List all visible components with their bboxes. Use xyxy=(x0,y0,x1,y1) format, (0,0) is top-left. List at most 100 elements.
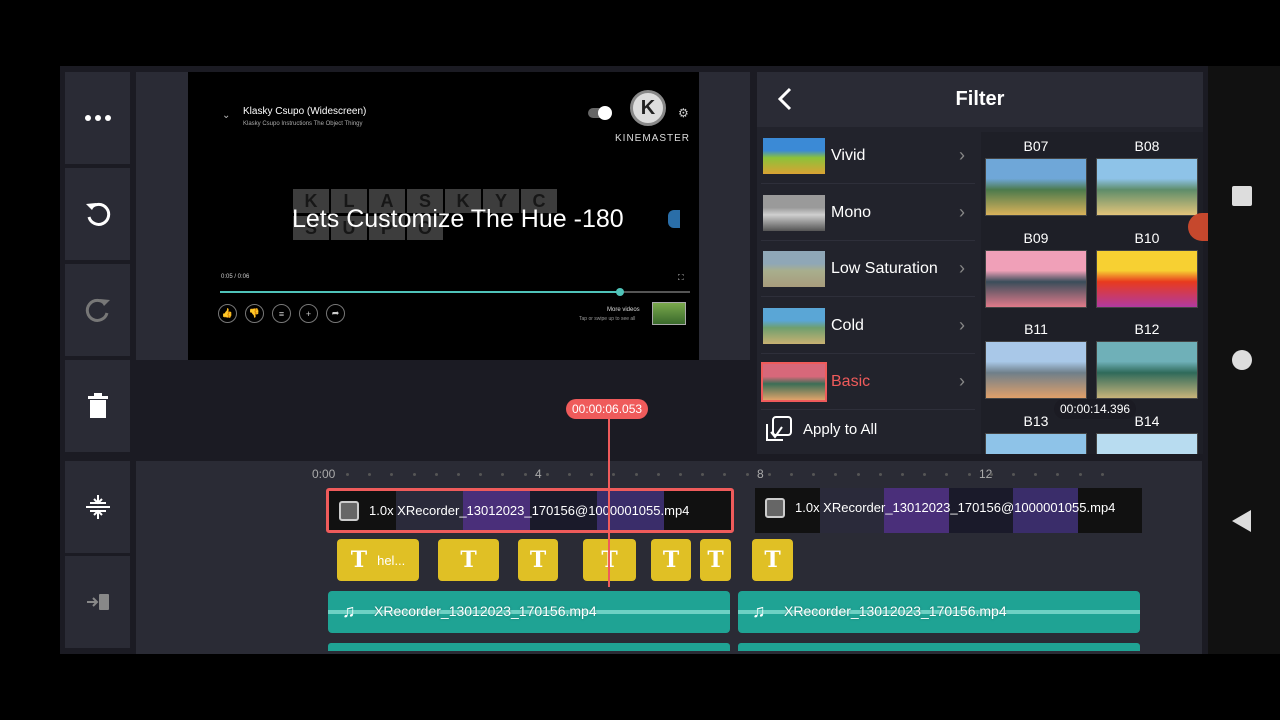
trash-icon xyxy=(87,393,108,418)
redo-button[interactable] xyxy=(65,264,130,356)
filter-category-label: Low Saturation xyxy=(831,260,938,277)
video-clip[interactable]: 1.0x XRecorder_13012023_170156@100000105… xyxy=(755,488,1142,533)
progress-knob xyxy=(615,288,624,296)
audio-clip[interactable]: ♫ XRecorder_13012023_170156.mp4 xyxy=(328,591,730,633)
filter-preset-b10[interactable]: B10 xyxy=(1096,230,1198,308)
filter-preset-thumbnail xyxy=(985,249,1087,308)
playhead[interactable] xyxy=(608,419,610,587)
chevron-right-icon: › xyxy=(959,258,965,278)
ruler-tick xyxy=(1100,473,1104,476)
filter-preset-thumbnail xyxy=(985,341,1087,399)
text-clip[interactable]: T xyxy=(752,539,793,581)
text-layer-icon: T xyxy=(707,547,724,573)
track-jump-button[interactable] xyxy=(65,556,130,648)
text-layer-icon: T xyxy=(460,547,477,573)
chevron-right-icon: › xyxy=(959,314,965,335)
ruler-tick xyxy=(1012,473,1015,476)
video-clip[interactable]: 1.0x XRecorder_13012023_170156@100000105… xyxy=(326,488,734,533)
audio-clip-secondary xyxy=(328,643,730,651)
filter-preset-thumbnail xyxy=(1096,158,1198,216)
ruler-tick xyxy=(1078,473,1082,476)
audio-clip-label: XRecorder_13012023_170156.mp4 xyxy=(374,603,597,619)
filter-preset-label: B07 xyxy=(1023,138,1049,154)
progress-fill xyxy=(220,291,620,293)
filter-category-mono[interactable]: Mono › xyxy=(761,189,975,241)
filter-header: Filter xyxy=(757,72,1203,127)
ruler-tick xyxy=(634,473,638,476)
text-clip[interactable]: T xyxy=(518,539,558,581)
chevron-right-icon: › xyxy=(959,201,965,222)
filter-category-label: Mono xyxy=(831,203,872,221)
filter-preset-thumbnail xyxy=(1096,432,1198,454)
ruler-tick xyxy=(457,473,460,476)
filter-preset-thumbnail xyxy=(1096,341,1198,399)
video-title: Klasky Csupo (Widescreen) xyxy=(243,106,367,117)
filter-category-vivid[interactable]: Vivid › xyxy=(761,132,975,184)
ruler-label: 8 xyxy=(757,467,764,481)
ruler-tick xyxy=(412,473,416,476)
filter-panel: Filter Vivid › Mono › Low Saturation › Cold › Ba… xyxy=(757,72,1203,454)
comment-icon: ≡ xyxy=(272,304,291,323)
filter-category-low-saturation[interactable]: Low Saturation › xyxy=(761,245,975,297)
filter-preset-b08[interactable]: B08 xyxy=(1096,138,1198,216)
video-clip-label: 1.0x XRecorder_13012023_170156@100000105… xyxy=(369,503,690,518)
end-time: 00:00:14.396 xyxy=(1054,399,1137,419)
ruler-tick xyxy=(967,473,971,476)
undo-button[interactable] xyxy=(65,168,130,260)
filter-preset-thumbnail xyxy=(985,432,1087,454)
audio-clip[interactable]: ♫ XRecorder_13012023_170156.mp4 xyxy=(738,591,1140,633)
fullscreen-icon: ⛶ xyxy=(678,273,684,282)
filter-preset-b07[interactable]: B07 xyxy=(985,138,1087,216)
ruler-tick xyxy=(745,473,749,476)
text-clip[interactable]: T xyxy=(438,539,499,581)
video-subtitle: Klasky Csupo Instructions The Object Thi… xyxy=(243,121,363,127)
ruler-tick xyxy=(523,473,527,476)
playhead-time: 00:00:06.053 xyxy=(566,399,649,419)
overlay-dot xyxy=(668,210,680,228)
filter-preset-b09[interactable]: B09 xyxy=(985,230,1087,308)
filter-category-cold[interactable]: Cold › xyxy=(761,302,975,354)
more-videos-sub: Tap or swipe up to see all xyxy=(579,316,636,322)
video-time: 0:05 / 0:06 xyxy=(221,274,250,280)
filter-preset-label: B11 xyxy=(1024,321,1048,337)
redo-icon xyxy=(85,298,110,322)
filter-category-thumbnail xyxy=(763,194,825,231)
delete-button[interactable] xyxy=(65,360,130,452)
ruler-tick xyxy=(856,473,860,476)
video-preview[interactable]: ⌄ Klasky Csupo (Widescreen) Klasky Csupo… xyxy=(188,72,699,360)
save-icon: + xyxy=(299,304,318,323)
home-button[interactable] xyxy=(1232,350,1252,370)
ruler-tick xyxy=(568,473,571,476)
text-layer-icon: T xyxy=(350,547,368,573)
filter-category-thumbnail xyxy=(763,307,825,344)
more-videos: More videos xyxy=(607,307,640,313)
android-nav-bar xyxy=(1208,66,1280,654)
music-note-icon: ♫ xyxy=(752,601,766,621)
more-button[interactable] xyxy=(65,72,130,164)
text-clip[interactable]: T xyxy=(700,539,731,581)
ruler-tick xyxy=(878,473,882,476)
filter-category-label: Cold xyxy=(831,316,864,334)
music-note-icon: ♫ xyxy=(342,601,356,621)
undo-icon xyxy=(85,202,110,226)
jump-to-start-icon xyxy=(86,594,109,610)
timeline-expand-button[interactable] xyxy=(65,461,130,553)
apply-to-all-button[interactable]: Apply to All xyxy=(765,416,877,442)
filter-preset-label: B08 xyxy=(1134,138,1160,154)
chevron-down-icon: ⌄ xyxy=(222,110,231,121)
recents-button[interactable] xyxy=(1232,186,1252,206)
filter-title: Filter xyxy=(955,88,1005,110)
chevron-right-icon: › xyxy=(959,371,965,391)
filter-category-thumbnail xyxy=(761,362,827,402)
video-progress xyxy=(220,288,690,296)
share-icon: ➦ xyxy=(326,304,345,323)
filter-preset-b11[interactable]: B11 xyxy=(985,321,1087,399)
filter-category-thumbnail xyxy=(763,138,825,174)
dislike-icon: 👎 xyxy=(245,304,264,323)
back-nav-button[interactable] xyxy=(1232,510,1251,532)
filter-preset-b12[interactable]: B12 xyxy=(1096,321,1198,399)
filter-category-basic[interactable]: Basic › xyxy=(761,358,975,410)
text-clip[interactable]: T xyxy=(651,539,691,581)
text-clip[interactable]: Thel... xyxy=(337,539,419,581)
more-dots-icon xyxy=(84,115,111,121)
